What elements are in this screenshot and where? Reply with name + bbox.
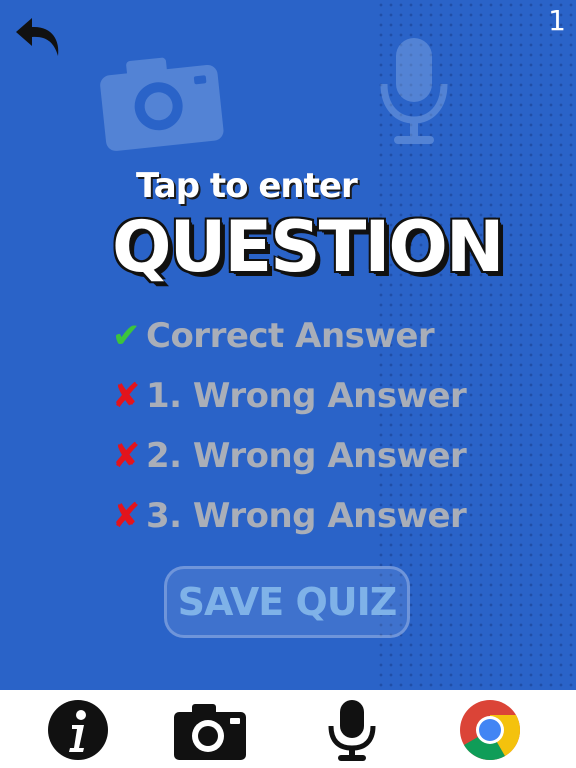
checkmark-icon: ✔: [112, 316, 141, 356]
page-counter: 1: [548, 4, 566, 37]
cross-icon: ✘: [112, 436, 141, 476]
wrong-answer-2-field[interactable]: ✘ 2. Wrong Answer: [112, 428, 467, 484]
add-photo-icon[interactable]: [96, 48, 226, 152]
save-quiz-button[interactable]: SAVE QUIZ: [164, 566, 410, 638]
wrong-answer-3-field[interactable]: ✘ 3. Wrong Answer: [112, 488, 467, 544]
bottom-toolbar: [0, 690, 576, 768]
back-arrow-icon[interactable]: [12, 12, 66, 66]
answer-label: 1. Wrong Answer: [146, 376, 467, 416]
cross-icon: ✘: [112, 376, 141, 416]
question-field[interactable]: QUESTION: [112, 206, 504, 288]
answer-label: 3. Wrong Answer: [146, 496, 467, 536]
wrong-answer-1-field[interactable]: ✘ 1. Wrong Answer: [112, 368, 467, 424]
microphone-icon[interactable]: [326, 698, 378, 762]
info-icon[interactable]: [46, 698, 110, 762]
save-quiz-label: SAVE QUIZ: [177, 580, 398, 624]
cross-icon: ✘: [112, 496, 141, 536]
tap-to-enter-label: Tap to enter: [136, 166, 358, 206]
record-audio-icon[interactable]: [378, 36, 450, 148]
quiz-editor-canvas: 1 Tap to enter QUESTION ✔ Correct Answer…: [0, 0, 576, 690]
correct-answer-field[interactable]: ✔ Correct Answer: [112, 308, 435, 364]
camera-icon[interactable]: [172, 698, 248, 762]
answer-label: Correct Answer: [146, 316, 435, 356]
answer-label: 2. Wrong Answer: [146, 436, 467, 476]
chrome-icon[interactable]: [458, 698, 522, 762]
